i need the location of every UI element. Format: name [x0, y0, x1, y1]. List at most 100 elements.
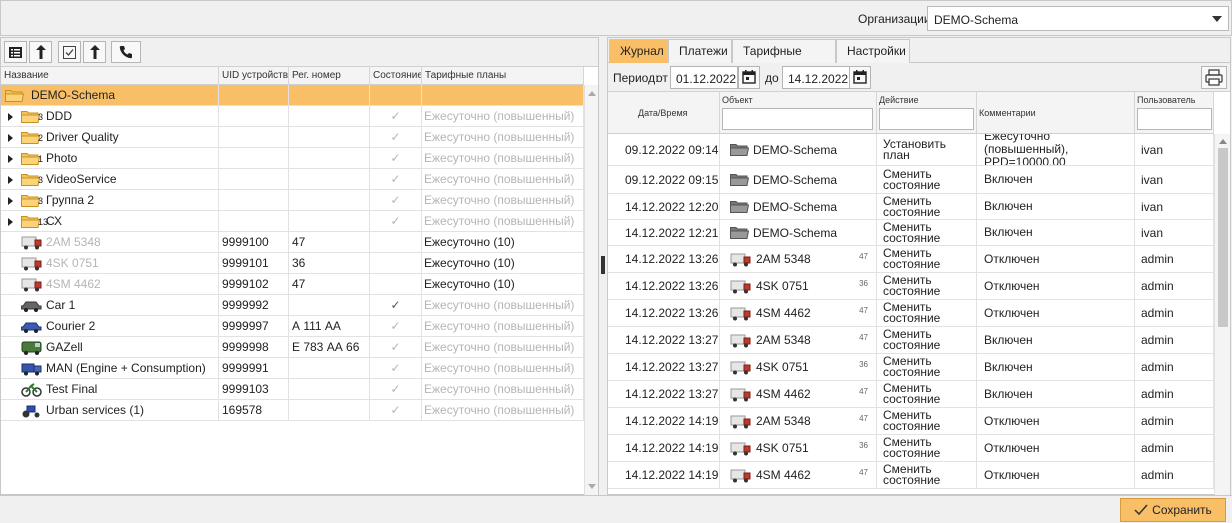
- column-header-state[interactable]: Состояние: [370, 67, 422, 85]
- period-to-input[interactable]: 14.12.2022: [782, 66, 850, 89]
- scrollbar-thumb[interactable]: [1218, 148, 1228, 327]
- expand-arrow-icon[interactable]: [8, 176, 13, 184]
- cell-state-checkmark[interactable]: ✓: [370, 106, 422, 127]
- cell-state-checkmark[interactable]: ✓: [370, 400, 422, 421]
- expand-arrow-icon[interactable]: [8, 218, 13, 226]
- tab-journal[interactable]: Журнал: [609, 39, 668, 63]
- organization-select[interactable]: DEMO-Schema: [927, 6, 1229, 31]
- tree-row-group[interactable]: 1 Photo ✓ Ежесуточно (повышенный): [1, 148, 584, 169]
- cell-state-checkmark[interactable]: ✓: [370, 337, 422, 358]
- journal-row[interactable]: 14.12.2022 14:19 4SM 4462 47 Сменить состоя…: [608, 462, 1214, 489]
- cell-state-checkmark[interactable]: ✓: [370, 295, 422, 316]
- user-filter-input[interactable]: [1137, 108, 1212, 130]
- expand-arrow-icon[interactable]: [8, 134, 13, 142]
- tab-payments[interactable]: Платежи: [668, 39, 732, 63]
- tree-row-group[interactable]: 3 VideoService ✓ Ежесуточно (повышенный): [1, 169, 584, 190]
- column-header-name[interactable]: Название: [1, 67, 219, 85]
- column-header-reg-number[interactable]: Рег. номер: [289, 67, 370, 85]
- cell-uid: [219, 106, 289, 127]
- tree-row-object[interactable]: 4SM 4462 9999102 47 Ежесуточно (10): [1, 274, 584, 295]
- column-header-datetime[interactable]: Дата/Время: [608, 92, 720, 134]
- scroll-down-icon[interactable]: [588, 484, 596, 489]
- sort-up-button[interactable]: [29, 41, 52, 63]
- column-header-uid[interactable]: UID устройства: [219, 67, 289, 85]
- cell-object: 4SK 0751 36: [720, 354, 877, 380]
- select-all-button[interactable]: [58, 41, 81, 63]
- period-from-input[interactable]: 01.12.2022: [670, 66, 738, 89]
- cell-state-checkmark[interactable]: [370, 253, 422, 274]
- cell-state-checkmark[interactable]: [370, 232, 422, 253]
- tab-settings[interactable]: Настройки: [836, 39, 910, 63]
- list-view-button[interactable]: [4, 41, 27, 63]
- column-header-tariff-plans[interactable]: Тарифные планы: [422, 67, 584, 85]
- cell-state-checkmark[interactable]: ✓: [370, 358, 422, 379]
- cell-state-checkmark[interactable]: ✓: [370, 169, 422, 190]
- scroll-up-icon[interactable]: [1219, 139, 1227, 144]
- tab-tariff-plans[interactable]: Тарифные планы: [732, 39, 836, 80]
- cell-state-checkmark[interactable]: ✓: [370, 316, 422, 337]
- scroll-up-icon[interactable]: [588, 91, 596, 96]
- period-to-calendar-button[interactable]: [849, 66, 871, 89]
- save-button[interactable]: Сохранить: [1120, 498, 1226, 522]
- cell-state-checkmark[interactable]: ✓: [370, 148, 422, 169]
- vehicle-icon: [730, 307, 751, 320]
- cell-object: 4SM 4462 47: [720, 300, 877, 326]
- column-header-user[interactable]: Пользователь: [1135, 92, 1214, 134]
- action-filter-input[interactable]: [879, 108, 974, 130]
- cell-tariff-plan: Ежесуточно (повышенный): [422, 400, 584, 421]
- cell-state-checkmark[interactable]: ✓: [370, 379, 422, 400]
- journal-row[interactable]: 14.12.2022 13:26 4SM 4462 47 Сменить состоя…: [608, 300, 1214, 327]
- tree-row-object[interactable]: 4SK 0751 9999101 36 Ежесуточно (10): [1, 253, 584, 274]
- tree-row-object[interactable]: 2AM 5348 9999100 47 Ежесуточно (10): [1, 232, 584, 253]
- period-from-calendar-button[interactable]: [738, 66, 760, 89]
- object-filter-input[interactable]: [722, 108, 873, 130]
- tree-row-group[interactable]: 3 DDD ✓ Ежесуточно (повышенный): [1, 106, 584, 127]
- call-button[interactable]: [111, 41, 141, 63]
- objects-scrollbar[interactable]: [584, 85, 598, 495]
- journal-row[interactable]: 14.12.2022 13:27 4SM 4462 47 Сменить состоя…: [608, 381, 1214, 408]
- tree-row-group[interactable]: DEMO-Schema: [1, 85, 584, 106]
- object-reg-number: 47: [859, 468, 868, 477]
- journal-row[interactable]: 14.12.2022 13:27 2AM 5348 47 Сменить состоя…: [608, 327, 1214, 354]
- cell-state-checkmark[interactable]: ✓: [370, 190, 422, 211]
- expand-arrow-icon[interactable]: [8, 197, 13, 205]
- checkbox-icon: [63, 45, 76, 59]
- cell-state-checkmark[interactable]: ✓: [370, 127, 422, 148]
- journal-row[interactable]: 09.12.2022 09:15 DEMO-Schema Сменить состо…: [608, 166, 1214, 194]
- tree-row-object[interactable]: Urban services (1) 169578 ✓ Ежесуточно (пов…: [1, 400, 584, 421]
- expand-arrow-icon[interactable]: [8, 155, 13, 163]
- cell-state-checkmark[interactable]: ✓: [370, 211, 422, 232]
- tree-row-object[interactable]: GAZell 9999998 Е 783 АА 66 ✓ Ежесуточно (пов…: [1, 337, 584, 358]
- cell-uid: [219, 85, 289, 106]
- expand-arrow-icon[interactable]: [8, 113, 13, 121]
- tree-row-group[interactable]: 2 Driver Quality ✓ Ежесуточно (повышенный): [1, 127, 584, 148]
- column-header-object[interactable]: Объект: [720, 92, 877, 134]
- journal-row[interactable]: 14.12.2022 13:26 4SK 0751 36 Сменить состоя…: [608, 273, 1214, 300]
- tree-row-group[interactable]: 13 СХ ✓ Ежесуточно (повышенный): [1, 211, 584, 232]
- journal-row[interactable]: 14.12.2022 13:27 4SK 0751 36 Сменить состоя…: [608, 354, 1214, 381]
- journal-row[interactable]: 14.12.2022 13:26 2AM 5348 47 Сменить состоя…: [608, 246, 1214, 273]
- tree-row-name: DDD: [46, 109, 72, 123]
- details-panel: Журнал Платежи Тарифные планы Настройки …: [607, 37, 1231, 495]
- tree-row-object[interactable]: Test Final 9999103 ✓ Ежесуточно (повышенный…: [1, 379, 584, 400]
- tree-row-group[interactable]: 3 Группа 2 ✓ Ежесуточно (повышенный): [1, 190, 584, 211]
- cell-state-checkmark[interactable]: [370, 85, 422, 106]
- journal-row[interactable]: 14.12.2022 14:19 2AM 5348 47 Сменить состоя…: [608, 408, 1214, 435]
- journal-scrollbar[interactable]: [1214, 134, 1230, 495]
- move-up-button[interactable]: [83, 41, 106, 63]
- journal-row[interactable]: 14.12.2022 12:21 DEMO-Schema Сменить состо…: [608, 220, 1214, 246]
- journal-row[interactable]: 14.12.2022 12:20 DEMO-Schema Сменить состо…: [608, 194, 1214, 220]
- cell-comment: Включен: [977, 166, 1135, 193]
- column-header-action[interactable]: Действие: [877, 92, 977, 134]
- tree-row-object[interactable]: MAN (Engine + Consumption) 9999991 ✓ Ежесут…: [1, 358, 584, 379]
- cell-state-checkmark[interactable]: [370, 274, 422, 295]
- tree-row-object[interactable]: Courier 2 9999997 А 111 АА ✓ Ежесуточно (пов…: [1, 316, 584, 337]
- column-header-comments[interactable]: Комментарии: [977, 92, 1135, 134]
- cell-object: DEMO-Schema: [720, 134, 877, 165]
- print-button[interactable]: [1201, 66, 1227, 89]
- journal-row[interactable]: 09.12.2022 09:14 DEMO-Schema Установить пл…: [608, 134, 1214, 166]
- journal-row[interactable]: 14.12.2022 14:19 4SK 0751 36 Сменить состоя…: [608, 435, 1214, 462]
- vehicle-icon: [21, 363, 42, 376]
- tree-row-object[interactable]: Car 1 9999992 ✓ Ежесуточно (повышенный): [1, 295, 584, 316]
- panel-splitter-handle[interactable]: [601, 256, 605, 274]
